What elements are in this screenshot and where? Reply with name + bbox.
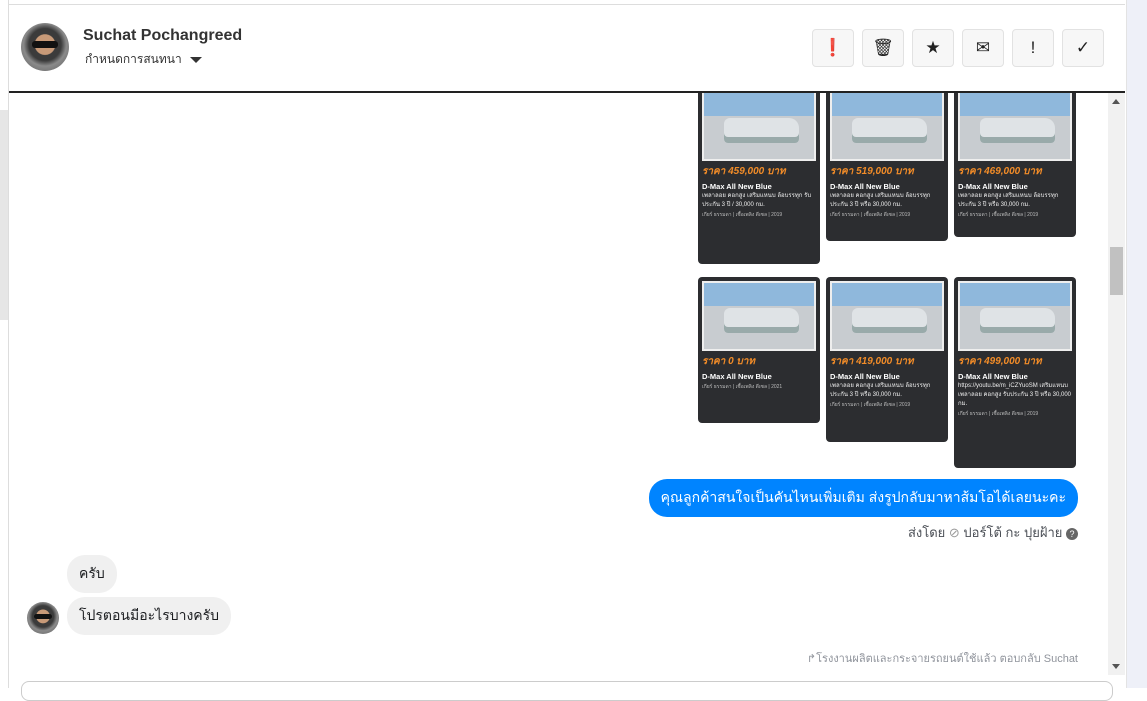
card-description: เพลาลอย คอกสูง เสริมแหนบ ล้อบรรทุก ประกั… <box>958 193 1059 209</box>
reply-icon: ↱ <box>806 653 817 665</box>
card-footer: เกียร์ ธรรมดา | เชื้อเพลิง ดีเซล | 2019 <box>702 212 783 219</box>
header-actions: ❗ 🗑 ★ ✉! ✓ <box>812 29 1104 67</box>
message-input[interactable] <box>21 681 1113 701</box>
card-price: ราคา 499,000 บาท <box>958 356 1042 367</box>
delete-button[interactable]: 🗑 <box>862 29 904 67</box>
car-listing-card[interactable]: ราคา 459,000 บาท D-Max All New Blue เพลาลอ… <box>698 93 820 264</box>
done-button[interactable]: ✓ <box>1062 29 1104 67</box>
reply-note-text: โรงงานผลิตและกระจายรถยนต์ใช้แล้ว ตอบกลับ… <box>816 653 1078 665</box>
card-footer: เกียร์ ธรรมดา | เชื้อเพลิง ดีเซล | 2019 <box>830 402 911 409</box>
card-footer: เกียร์ ธรรมดา | เชื้อเพลิง ดีเซล | 2019 <box>958 411 1039 418</box>
car-photo <box>958 281 1072 351</box>
incoming-message: ครับ <box>67 555 117 593</box>
car-photo <box>830 281 944 351</box>
important-button[interactable]: ! <box>1012 29 1054 67</box>
trash-icon: 🗑 <box>872 38 894 57</box>
car-listing-card[interactable]: ราคา 519,000 บาท D-Max All New Blue เพลาลอ… <box>826 93 948 241</box>
car-photo <box>702 93 816 161</box>
right-panel-edge <box>1126 0 1147 688</box>
card-title: D-Max All New Blue <box>830 372 900 381</box>
card-footer: เกียร์ ธรรมดา | เชื้อเพลิง ดีเซล | 2021 <box>702 384 783 391</box>
card-price: ราคา 0 บาท <box>702 356 755 367</box>
card-description: https://youtu.be/m_iCZYuoSM เสริมแหนบ เพ… <box>958 383 1071 408</box>
sent-by-label: ส่งโดย <box>907 525 946 540</box>
card-title: D-Max All New Blue <box>830 182 900 191</box>
thread-scrollbar[interactable] <box>1108 93 1125 675</box>
sent-by-info: ส่งโดย ⊘ ปอร์โต้ กะ ปุยฝ้าย ? <box>908 522 1078 543</box>
envelope-icon: ✉ <box>975 38 991 57</box>
verified-icon: ⊘ <box>948 525 960 540</box>
scroll-down-icon[interactable] <box>1112 664 1120 669</box>
card-footer: เกียร์ ธรรมดา | เชื้อเพลิง ดีเซล | 2019 <box>830 212 911 219</box>
conversation-header: Suchat Pochangreed กำหนดการสนทนา ❗ 🗑 ★ ✉! ✓ <box>9 5 1125 93</box>
alert-circle-icon: ❗ <box>822 38 844 57</box>
card-description: เพลาลอย คอกสูง เสริมแหนบ ล้อบรรทุก ประกั… <box>830 193 931 209</box>
card-title: D-Max All New Blue <box>702 182 772 191</box>
card-title: D-Max All New Blue <box>958 372 1028 381</box>
caret-down-icon <box>189 56 202 63</box>
exclamation-icon: ! <box>1030 38 1036 57</box>
scrollbar-thumb[interactable] <box>1110 247 1123 295</box>
car-photo <box>958 93 1072 161</box>
car-listing-card[interactable]: ราคา 0 บาท D-Max All New Blue เกียร์ ธรรมด… <box>698 277 820 423</box>
star-icon: ★ <box>925 38 941 57</box>
card-price: ราคา 469,000 บาท <box>958 166 1042 177</box>
message-thread: ราคา 459,000 บาท D-Max All New Blue เพลาลอ… <box>9 93 1108 675</box>
sent-by-name: ปอร์โต้ กะ ปุยฝ้าย <box>963 525 1063 540</box>
contact-avatar[interactable] <box>21 23 69 71</box>
reply-note: ↱โรงงานผลิตและกระจายรถยนต์ใช้แล้ว ตอบกลั… <box>807 649 1078 667</box>
help-icon[interactable]: ? <box>1066 528 1078 540</box>
car-listing-card[interactable]: ราคา 469,000 บาท D-Max All New Blue เพลาลอ… <box>954 93 1076 237</box>
check-icon: ✓ <box>1075 38 1091 57</box>
car-photo <box>702 281 816 351</box>
conversation-settings-label: กำหนดการสนทนา <box>85 52 182 66</box>
mark-unread-button[interactable]: ✉ <box>962 29 1004 67</box>
sender-avatar[interactable] <box>27 602 59 634</box>
scroll-up-icon[interactable] <box>1112 99 1120 104</box>
report-button[interactable]: ❗ <box>812 29 854 67</box>
car-listing-card[interactable]: ราคา 419,000 บาท D-Max All New Blue เพลาลอ… <box>826 277 948 442</box>
card-price: ราคา 459,000 บาท <box>702 166 786 177</box>
car-listing-card[interactable]: ราคา 499,000 บาท D-Max All New Blue https:… <box>954 277 1076 468</box>
card-title: D-Max All New Blue <box>702 372 772 381</box>
left-scrollbar[interactable] <box>0 110 8 320</box>
card-price: ราคา 419,000 บาท <box>830 356 914 367</box>
card-description: เพลาลอย คอกสูง เสริมแหนบ ล้อบรรทุก รับปร… <box>702 193 812 209</box>
star-button[interactable]: ★ <box>912 29 954 67</box>
outgoing-message: คุณลูกค้าสนใจเป็นคันไหนเพิ่มเติม ส่งรูปก… <box>648 479 1078 517</box>
card-description: เพลาลอย คอกสูง เสริมแหนบ ล้อบรรทุก ประกั… <box>830 383 931 399</box>
conversation-settings-dropdown[interactable]: กำหนดการสนทนา <box>85 50 202 69</box>
car-photo <box>830 93 944 161</box>
card-price: ราคา 519,000 บาท <box>830 166 914 177</box>
card-footer: เกียร์ ธรรมดา | เชื้อเพลิง ดีเซล | 2019 <box>958 212 1039 219</box>
contact-name[interactable]: Suchat Pochangreed <box>83 27 242 45</box>
incoming-message: โปรตอนมีอะไรบางครับ <box>67 597 232 635</box>
card-title: D-Max All New Blue <box>958 182 1028 191</box>
